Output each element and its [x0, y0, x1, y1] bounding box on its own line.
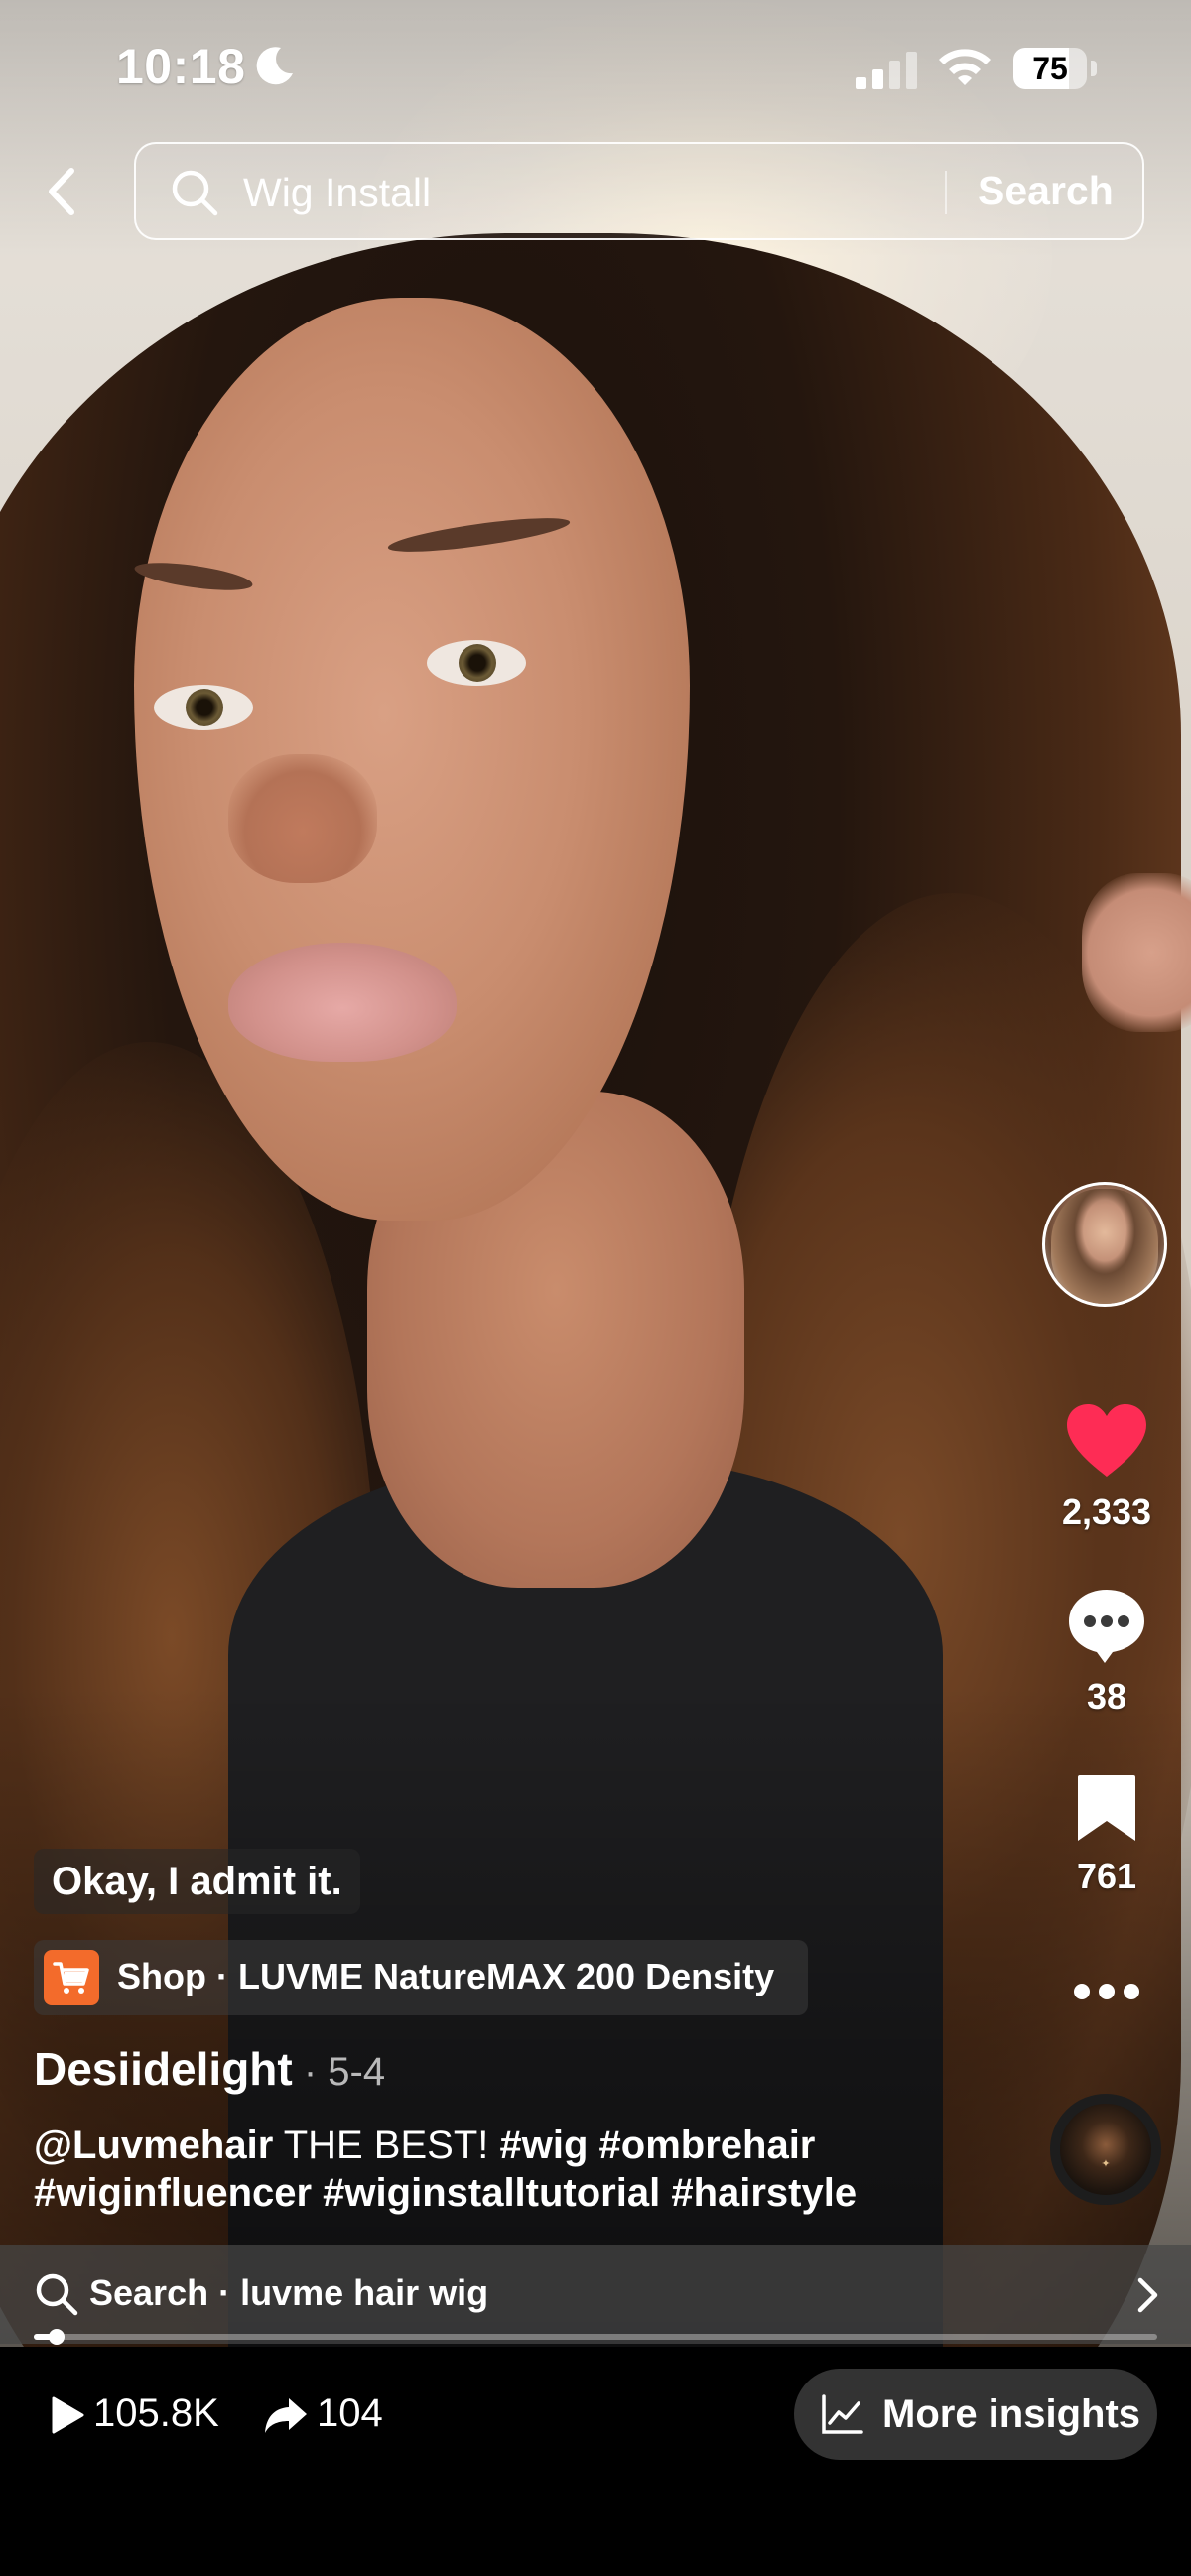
related-search-bar[interactable]: Search · luvme hair wig	[0, 2245, 1191, 2344]
back-icon[interactable]	[38, 161, 87, 222]
search-icon	[36, 2273, 78, 2316]
more-insights-label: More insights	[882, 2392, 1141, 2436]
hashtags-line1[interactable]: #wig #ombrehair	[500, 2124, 816, 2167]
cart-icon	[44, 1950, 99, 2005]
comment-icon	[1069, 1590, 1144, 1663]
post-date: · 5-4	[292, 2050, 386, 2094]
signal-icon	[856, 52, 917, 89]
description-text: THE BEST!	[273, 2124, 500, 2167]
video-progress-knob[interactable]	[48, 2329, 65, 2345]
like-button[interactable]: 2,333	[1052, 1401, 1161, 1533]
comment-button[interactable]: 38	[1052, 1586, 1161, 1718]
search-input[interactable]	[241, 162, 1059, 223]
search-button[interactable]: Search	[978, 168, 1114, 214]
sound-disc[interactable]: ✦	[1050, 2094, 1161, 2205]
chart-icon	[822, 2394, 863, 2434]
save-count: 761	[1076, 1856, 1137, 1896]
creator-avatar[interactable]	[1042, 1182, 1167, 1307]
screen: 10:18 75 Wig Install Search 2,333 38 761…	[0, 0, 1191, 2576]
bookmark-icon	[1078, 1775, 1135, 1841]
search-bar[interactable]: Search	[134, 142, 1144, 240]
video-description: @Luvmehair THE BEST! #wig #ombrehair #wi…	[34, 2122, 1026, 2217]
chevron-right-icon	[1137, 2277, 1158, 2313]
shares-count: 104	[317, 2391, 383, 2435]
left-brow	[133, 557, 254, 596]
video-progress-bar[interactable]	[34, 2329, 1157, 2345]
bottom-stats-bar: 105.8K 104 More insights	[0, 2347, 1191, 2576]
views-count: 105.8K	[93, 2391, 219, 2435]
lips	[228, 943, 457, 1062]
author-line: Desiidelight · 5-4	[34, 2042, 385, 2096]
right-eye	[427, 640, 526, 686]
comment-count: 38	[1086, 1676, 1127, 1717]
hashtags-line2[interactable]: #wiginfluencer #wiginstalltutorial #hair…	[34, 2171, 857, 2215]
battery-percent: 75	[1032, 51, 1068, 86]
like-count: 2,333	[1061, 1491, 1152, 1532]
views-stat: 105.8K	[50, 2391, 219, 2436]
nose	[228, 754, 377, 883]
sound-disc-logo: ✦	[1101, 2157, 1111, 2170]
video-overlay-text: Okay, I admit it.	[34, 1849, 360, 1914]
heart-icon	[1067, 1404, 1146, 1477]
status-bar: 10:18 75	[0, 0, 1191, 139]
search-divider	[945, 171, 947, 214]
shop-label: Shop · LUVME NatureMAX 200 Density	[117, 1956, 775, 1996]
author-name[interactable]: Desiidelight	[34, 2043, 293, 2095]
play-icon	[52, 2396, 84, 2434]
status-time: 10:18	[116, 39, 246, 94]
search-icon	[172, 170, 218, 216]
wifi-icon	[939, 49, 991, 85]
more-insights-button[interactable]: More insights	[794, 2369, 1157, 2460]
related-search-label: Search · luvme hair wig	[89, 2272, 489, 2313]
shop-link[interactable]: Shop · LUVME NatureMAX 200 Density	[34, 1940, 808, 2015]
share-icon	[265, 2398, 307, 2434]
more-icon[interactable]	[1070, 1975, 1143, 2004]
battery-indicator: 75	[1013, 48, 1099, 91]
save-button[interactable]: 761	[1052, 1771, 1161, 1897]
moon-icon	[256, 47, 293, 85]
shares-stat: 104	[263, 2391, 383, 2436]
mention-link[interactable]: @Luvmehair	[34, 2124, 273, 2167]
left-eye	[154, 685, 253, 730]
stylist-hand	[1082, 873, 1191, 1032]
right-brow	[386, 511, 572, 559]
